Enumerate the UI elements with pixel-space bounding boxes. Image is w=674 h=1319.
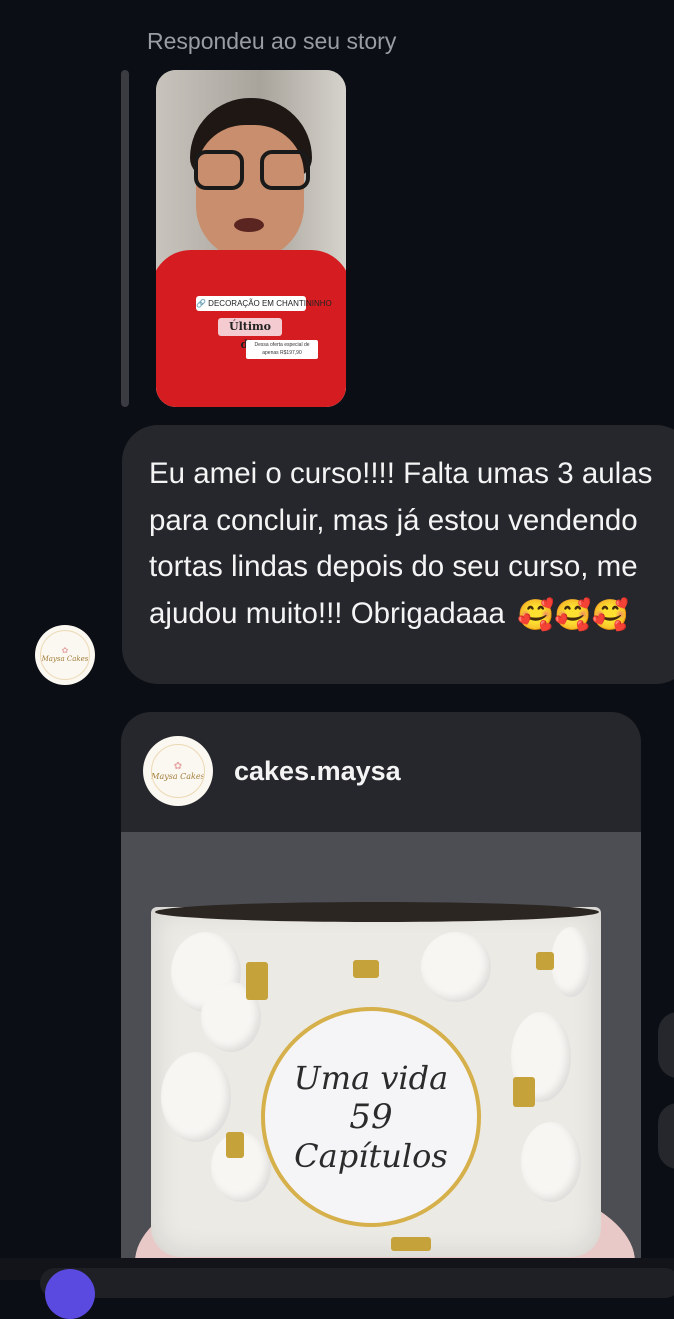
shared-post-card[interactable]: ✿ Maysa Cakes cakes.maysa Uma vida 59 Ca…: [121, 712, 641, 1282]
post-image[interactable]: Uma vida 59 Capítulos: [121, 832, 641, 1282]
avatar-ring: [151, 744, 205, 798]
cake-topper: Uma vida 59 Capítulos: [261, 1007, 481, 1227]
cake-swoosh: [521, 1122, 581, 1202]
post-author-avatar[interactable]: ✿ Maysa Cakes: [143, 736, 213, 806]
reply-quote-bar: [121, 70, 129, 407]
gold-leaf: [246, 962, 268, 1000]
topper-line3: Capítulos: [294, 1137, 448, 1175]
topper-line1: Uma vida: [293, 1059, 449, 1097]
cake-swoosh: [161, 1052, 231, 1142]
story-person-face: [196, 125, 304, 260]
avatar-ring: [40, 630, 90, 680]
reply-to-story-label: Respondeu ao seu story: [147, 28, 397, 54]
gold-leaf: [536, 952, 554, 970]
post-author-username[interactable]: cakes.maysa: [234, 756, 401, 787]
story-title-sticker: Último dia: [218, 318, 282, 351]
story-glasses-left: [194, 150, 244, 190]
cake-top-edge: [155, 902, 599, 922]
topper-line2: 59: [349, 1097, 393, 1137]
story-glasses-right: [260, 150, 310, 190]
sender-avatar[interactable]: ✿ Maysa Cakes: [35, 625, 95, 685]
smiling-face-hearts-icon: 🥰🥰🥰: [517, 597, 630, 633]
message-text: Eu amei o curso!!!! Falta umas 3 aulas p…: [149, 451, 674, 639]
message-bubble[interactable]: Eu amei o curso!!!! Falta umas 3 aulas p…: [122, 425, 674, 684]
gold-leaf: [513, 1077, 535, 1107]
gold-leaf: [226, 1132, 244, 1158]
gold-leaf: [391, 1237, 431, 1251]
camera-icon[interactable]: [45, 1269, 95, 1319]
cake-swoosh: [551, 927, 591, 997]
story-offer-sticker: Dessa oferta especial de apenas R$197,90: [246, 340, 318, 359]
story-person-mouth: [234, 218, 264, 232]
message-composer[interactable]: [40, 1268, 674, 1298]
cake-swoosh: [421, 932, 491, 1002]
story-thumbnail[interactable]: 🔗 DECORAÇÃO EM CHANTININHO Último dia De…: [156, 70, 346, 407]
react-button[interactable]: [658, 1012, 674, 1078]
story-link-sticker: 🔗 DECORAÇÃO EM CHANTININHO: [196, 296, 332, 311]
share-button[interactable]: [658, 1103, 674, 1169]
gold-leaf: [353, 960, 379, 978]
